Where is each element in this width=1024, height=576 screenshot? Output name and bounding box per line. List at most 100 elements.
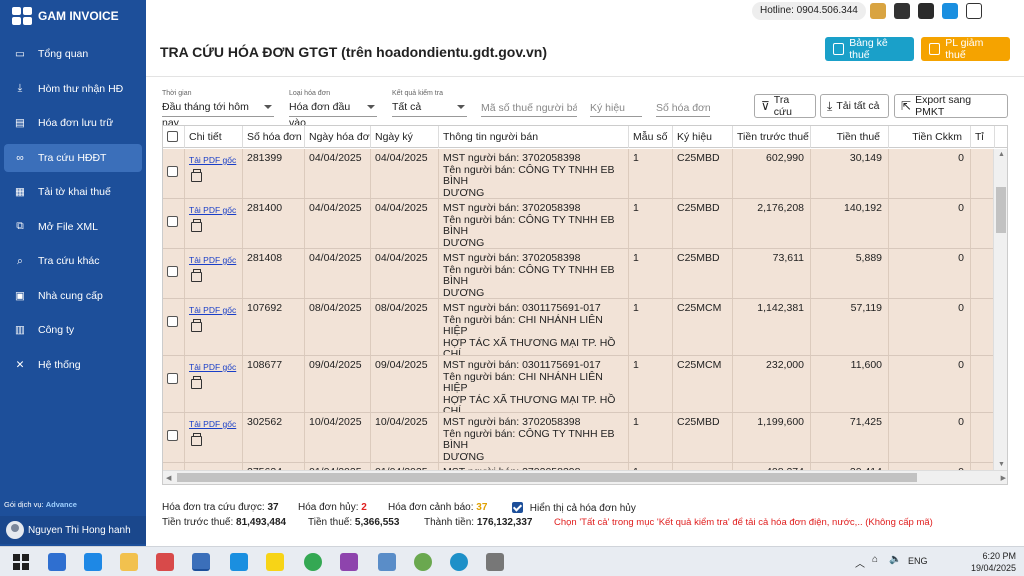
language-indicator[interactable]: ENG [908,556,928,566]
print-icon[interactable] [191,268,202,282]
row-select-cell[interactable] [163,249,185,298]
column-header[interactable]: Tiền trước thuế [733,126,811,148]
row-checkbox[interactable] [167,266,178,277]
select-all-header[interactable] [163,126,185,148]
sidebar-item-2[interactable]: ▤ Hóa đơn lưu trữ [4,109,142,137]
vertical-scroll-thumb[interactable] [996,187,1006,233]
sidebar-item-5[interactable]: ⧉ Mở File XML [4,213,142,241]
sidebar-item-8[interactable]: ▥ Công ty [4,316,142,344]
sticky-notes-icon[interactable] [266,553,284,571]
symbol-input[interactable] [590,99,642,117]
table-row[interactable]: Tải PDF gốc 107692 08/04/2025 08/04/2025 MST… [163,299,993,356]
windows-start-icon[interactable] [12,553,30,571]
table-row[interactable]: Tải PDF gốc 281400 04/04/2025 04/04/2025 MST… [163,199,993,249]
invoice-type-filter[interactable]: Loại hóa đơn Hóa đơn đầu vào [289,90,377,129]
scroll-down-icon[interactable]: ▼ [998,461,1005,468]
print-icon[interactable] [191,218,202,232]
seller-tax-code-input[interactable] [481,99,577,117]
invoice-type-value[interactable]: Hóa đơn đầu vào [289,99,377,129]
column-header[interactable]: Ngày hóa đơn [305,126,371,148]
download-pdf-link[interactable]: Tải PDF gốc [189,205,236,215]
sidebar-item-6[interactable]: ⌕ Tra cứu khác [4,247,142,275]
row-checkbox[interactable] [167,316,178,327]
gam-invoice-taskbar-icon[interactable] [192,553,210,571]
chrome-icon[interactable] [304,553,322,571]
scroll-right-icon[interactable]: ▶ [1001,474,1006,482]
sidebar-item-9[interactable]: ✕ Hệ thống [4,351,142,379]
print-icon[interactable] [191,168,202,182]
clock[interactable]: 6:20 PM 19/04/2025 [971,550,1016,574]
row-select-cell[interactable] [163,299,185,355]
select-all-checkbox[interactable] [167,131,178,142]
row-select-cell[interactable] [163,199,185,248]
folder-icon[interactable] [120,553,138,571]
column-header[interactable]: Chi tiết [185,126,243,148]
app-icon[interactable] [414,553,432,571]
visual-studio-icon[interactable] [340,553,358,571]
download-pdf-link[interactable]: Tải PDF gốc [189,419,236,429]
result-filter[interactable]: Kết quả kiểm tra Tất cả [392,90,467,117]
horizontal-scrollbar[interactable]: ◀ ▶ [163,470,1007,484]
print-icon[interactable] [191,375,202,389]
tax-reduction-button[interactable]: PL giảm thuế [921,37,1010,61]
app-icon[interactable] [378,553,396,571]
sidebar-item-3[interactable]: ∞ Tra cứu HĐĐT [4,143,142,172]
row-select-cell[interactable] [163,413,185,462]
row-select-cell[interactable] [163,356,185,412]
table-row[interactable]: Tải PDF gốc 281408 04/04/2025 04/04/2025 MST… [163,249,993,299]
download-pdf-link[interactable]: Tải PDF gốc [189,255,236,265]
column-header[interactable]: Tiền Ckkm [889,126,971,148]
download-pdf-link[interactable]: Tải PDF gốc [189,155,236,165]
vertical-scrollbar[interactable]: ▲ ▼ [993,149,1007,470]
row-checkbox[interactable] [167,430,178,441]
table-row[interactable]: Tải PDF gốc27563401/04/202501/04/2025MST… [163,463,993,470]
show-cancelled-toggle[interactable]: Hiển thị cả hóa đơn hủy [512,502,636,514]
horizontal-scroll-thumb[interactable] [177,473,917,482]
app-icon[interactable] [48,553,66,571]
column-header[interactable]: Thông tin người bán [439,126,629,148]
search-button[interactable]: ⊽ Tra cứu [754,94,816,118]
badge-icon[interactable] [870,3,886,19]
column-header[interactable]: Ký hiệu [673,126,733,148]
row-select-cell[interactable] [163,463,185,470]
sidebar-item-7[interactable]: ▣ Nhà cung cấp [4,282,142,310]
support-icon[interactable] [918,3,934,19]
download-pdf-link[interactable]: Tải PDF gốc [189,305,236,315]
download-pdf-link[interactable]: Tải PDF gốc [189,362,236,372]
row-select-cell[interactable] [163,149,185,198]
column-header[interactable]: Ngày ký [371,126,439,148]
table-row[interactable]: Tải PDF gốc 302562 10/04/2025 10/04/2025 MST… [163,413,993,463]
column-header[interactable]: Tỉ [971,126,995,148]
scroll-up-icon[interactable]: ▲ [998,151,1005,158]
show-cancelled-checkbox[interactable] [512,502,523,513]
column-header[interactable]: Tiền thuế [811,126,889,148]
download-all-button[interactable]: ⤓ Tải tất cả [820,94,889,118]
row-checkbox[interactable] [167,166,178,177]
time-filter[interactable]: Thời gian Đầu tháng tới hôm nay [162,90,274,129]
column-header[interactable]: Mẫu số [629,126,673,148]
print-icon[interactable] [191,318,202,332]
tray-chevron-icon[interactable]: ︿ [855,555,865,570]
table-row[interactable]: Tải PDF gốc 281399 04/04/2025 04/04/2025 MST… [163,149,993,199]
zalo-icon[interactable] [230,553,248,571]
sidebar-item-1[interactable]: ⤓ Hòm thư nhận HĐ [4,75,142,103]
print-icon[interactable] [191,432,202,446]
invoice-number-input[interactable] [656,99,710,117]
chat-icon[interactable] [894,3,910,19]
sidebar-item-0[interactable]: ▭ Tổng quan [4,40,142,68]
app-icon[interactable] [156,553,174,571]
row-checkbox[interactable] [167,373,178,384]
database-icon[interactable] [486,553,504,571]
sidebar-item-4[interactable]: ▦ Tải tờ khai thuế [4,178,142,206]
column-header[interactable]: Số hóa đơn [243,126,305,148]
row-checkbox[interactable] [167,216,178,227]
edge-icon[interactable] [450,553,468,571]
export-button[interactable]: ⇱ Export sang PMKT [894,94,1008,118]
network-icon[interactable]: ⌂ [872,554,878,565]
tax-list-button[interactable]: Bảng kê thuế [825,37,914,61]
dropbox-icon[interactable] [84,553,102,571]
user-profile[interactable]: Nguyen Thi Hong hanh [0,516,146,544]
result-filter-value[interactable]: Tất cả [392,99,467,117]
table-row[interactable]: Tải PDF gốc 108677 09/04/2025 09/04/2025 MST… [163,356,993,413]
zalo-icon[interactable] [942,3,958,19]
